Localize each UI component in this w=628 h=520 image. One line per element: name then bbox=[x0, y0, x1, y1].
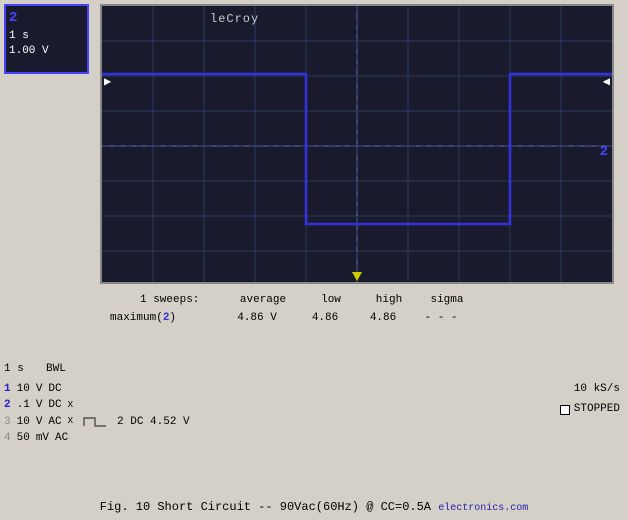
scope-screen: leCroy bbox=[100, 4, 614, 284]
sigma-val: - - - bbox=[416, 310, 466, 328]
stopped-row: STOPPED bbox=[560, 400, 620, 420]
watermark2: ctronics.com bbox=[456, 503, 528, 514]
main-container: 11-Oct-07 10:17:28 2 1 s 1.00 V leCroy bbox=[0, 0, 628, 520]
ch4-unit: mV bbox=[36, 430, 49, 447]
ch2-right-label: 2 bbox=[600, 144, 608, 160]
ch3-coupling: AC bbox=[48, 414, 61, 431]
ch2-dc-info: 2 DC 4.52 V bbox=[117, 414, 190, 431]
ch3-x: X bbox=[68, 415, 73, 429]
sigma-label: sigma bbox=[422, 292, 472, 310]
channel2-time: 1 s bbox=[9, 29, 84, 44]
channel-list: 1 10 V DC 2 .1 V DC X 3 10 V AC X bbox=[4, 381, 624, 447]
ch2-unit: V bbox=[36, 397, 43, 414]
bwl-label: BWL bbox=[46, 360, 66, 379]
figure-caption: Fig. 10 Short Circuit -- 90Vac(60Hz) @ C… bbox=[0, 500, 628, 514]
ch1-coupling: DC bbox=[48, 381, 61, 398]
channel2-number: 2 bbox=[9, 9, 84, 29]
watermark: ele bbox=[438, 503, 456, 514]
ch4-coupling: AC bbox=[55, 430, 68, 447]
ch2-coupling: DC bbox=[48, 397, 61, 414]
sample-rate: 10 kS/s bbox=[560, 380, 620, 400]
ch2-x: X bbox=[68, 399, 73, 413]
ch1-volt: 10 bbox=[17, 381, 30, 398]
channel-1-row: 1 10 V DC bbox=[4, 381, 624, 398]
channel-4-row: 4 50 mV AC bbox=[4, 430, 624, 447]
max-label: maximum(2) bbox=[110, 310, 176, 328]
ch1-unit: V bbox=[36, 381, 43, 398]
low-val: 4.86 bbox=[300, 310, 350, 328]
pulse-shape-icon bbox=[82, 415, 108, 429]
status-label: STOPPED bbox=[574, 400, 620, 420]
left-arrow-marker: ▶ bbox=[104, 74, 111, 89]
ch3-volt: 10 bbox=[17, 414, 30, 431]
channel-2-row: 2 .1 V DC X bbox=[4, 397, 624, 414]
ch4-volt: 50 bbox=[17, 430, 30, 447]
caption-text: Fig. 10 Short Circuit -- 90Vac(60Hz) @ C… bbox=[100, 500, 431, 514]
high-label: high bbox=[364, 292, 414, 310]
brand-label: leCroy bbox=[210, 12, 259, 26]
channel2-box: 2 1 s 1.00 V bbox=[4, 4, 89, 74]
ch3-unit: V bbox=[36, 414, 43, 431]
time-div-label: 1 s bbox=[4, 360, 34, 379]
high-val: 4.86 bbox=[358, 310, 408, 328]
ch3-num: 3 bbox=[4, 414, 11, 431]
channel2-voltage: 1.00 V bbox=[9, 44, 84, 59]
time-bwl-row: 1 s BWL bbox=[4, 360, 624, 379]
channel-3-row: 3 10 V AC X 2 DC 4.52 V bbox=[4, 414, 624, 431]
low-label: low bbox=[306, 292, 356, 310]
right-arrow-marker: ◀ bbox=[603, 74, 610, 89]
ch2-volt: .1 bbox=[17, 397, 30, 414]
sweeps-label: 1 sweeps: bbox=[140, 292, 220, 310]
bottom-panel: 1 s BWL 1 10 V DC 2 .1 V DC X 3 10 V AC bbox=[4, 360, 624, 447]
right-info: 10 kS/s STOPPED bbox=[560, 380, 620, 420]
ch2-num: 2 bbox=[4, 397, 11, 414]
average-val: 4.86 V bbox=[222, 310, 292, 328]
stats-area: 1 sweeps: average low high sigma maximum… bbox=[100, 292, 614, 327]
ch4-num: 4 bbox=[4, 430, 11, 447]
average-label: average bbox=[228, 292, 298, 310]
ch1-num: 1 bbox=[4, 381, 11, 398]
waveform bbox=[102, 6, 612, 282]
stop-indicator bbox=[560, 405, 570, 415]
